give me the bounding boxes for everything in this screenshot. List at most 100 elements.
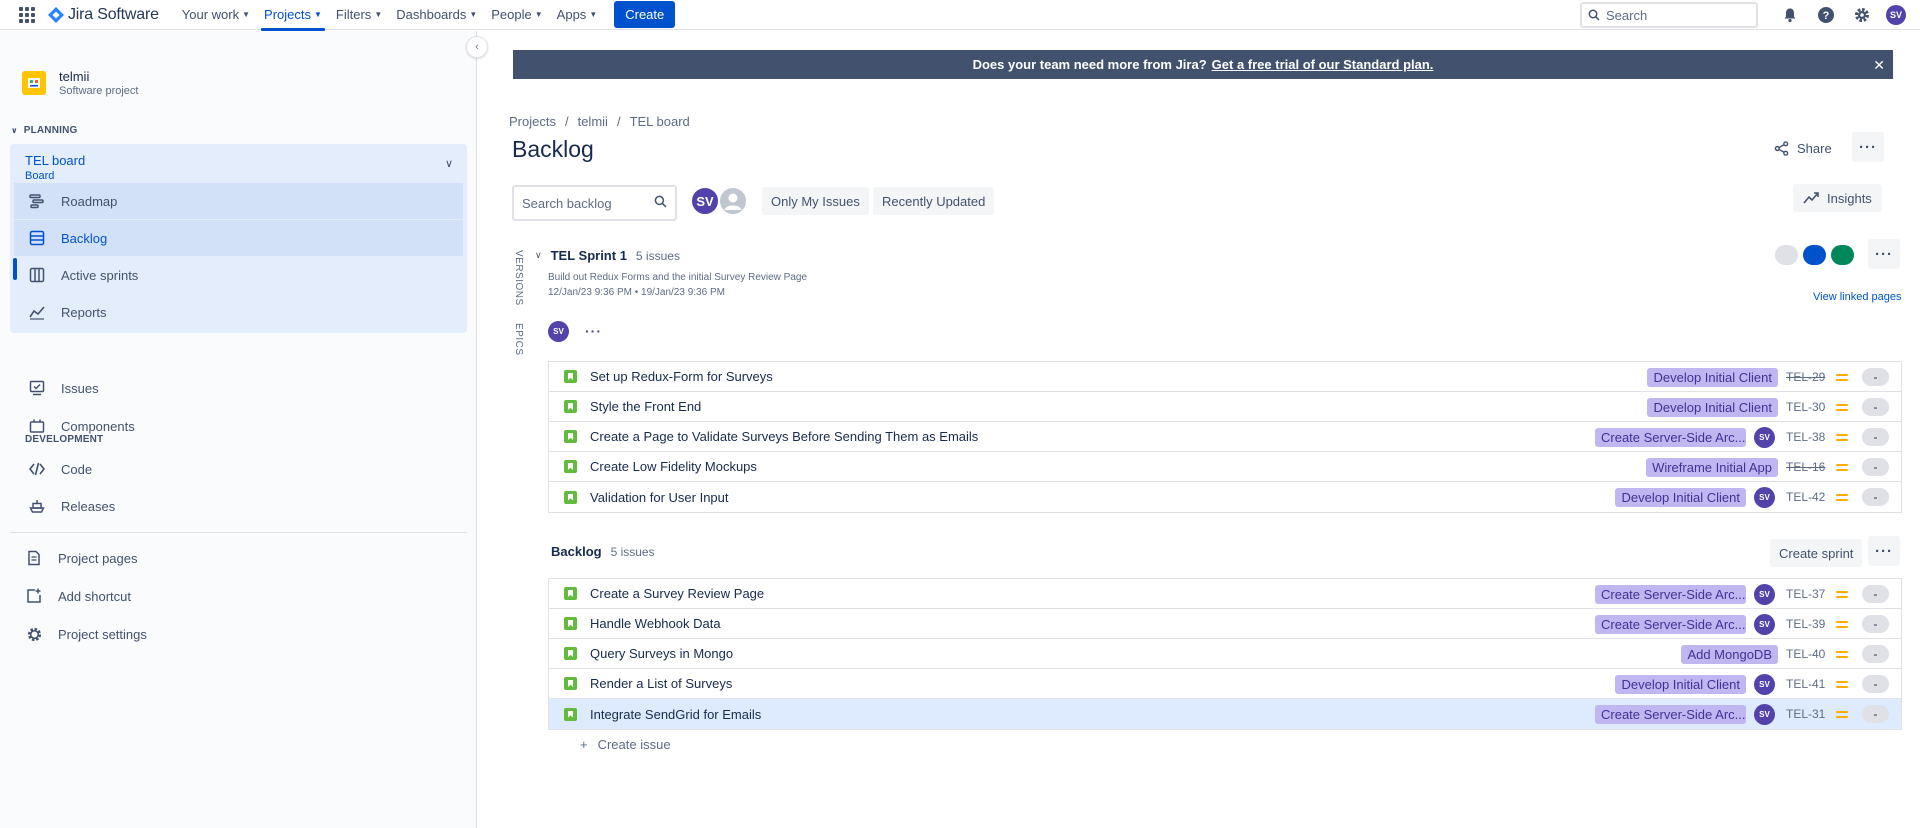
sidebar-item-releases[interactable]: Releases	[27, 488, 115, 524]
epic-label[interactable]: Create Server-Side Arc...	[1595, 427, 1746, 447]
more-actions-button[interactable]: ···	[1852, 132, 1884, 162]
insights-button[interactable]: Insights	[1793, 184, 1882, 212]
epic-label[interactable]: Develop Initial Client	[1615, 487, 1746, 507]
story-points-estimate[interactable]: -	[1862, 428, 1889, 446]
story-points-estimate[interactable]: -	[1862, 645, 1889, 663]
assignee-avatar[interactable]: SV	[1754, 673, 1775, 695]
sidebar-item-project-settings[interactable]: Project settings	[24, 616, 147, 652]
epic-label[interactable]: Wireframe Initial App	[1646, 457, 1778, 477]
jira-logo[interactable]: Jira Software	[48, 6, 159, 24]
sidebar-item-code[interactable]: Code	[27, 451, 92, 487]
assignee-avatar[interactable]: SV	[1754, 583, 1775, 605]
issue-row[interactable]: Handle Webhook Data Create Server-Side Ar…	[549, 609, 1901, 639]
story-points-estimate[interactable]: -	[1862, 675, 1889, 693]
app-switcher-icon[interactable]	[19, 6, 35, 23]
issue-key[interactable]: TEL-29	[1786, 370, 1826, 384]
story-points-estimate[interactable]: -	[1862, 585, 1889, 603]
sprint-header[interactable]: ∨ TEL Sprint 1 5 issues	[535, 248, 680, 263]
story-points-estimate[interactable]: -	[1862, 705, 1889, 723]
nav-your-work[interactable]: Your work ▼	[175, 0, 257, 30]
issue-key[interactable]: TEL-42	[1786, 490, 1826, 504]
issue-key[interactable]: TEL-16	[1786, 460, 1826, 474]
issue-row[interactable]: Create Low Fidelity Mockups Wireframe Ini…	[549, 452, 1901, 482]
backlog-header[interactable]: Backlog 5 issues	[551, 544, 655, 559]
sprint-options-icon[interactable]: ···	[585, 323, 602, 339]
issue-row[interactable]: Create a Survey Review Page Create Server…	[549, 579, 1901, 609]
story-points-estimate[interactable]: -	[1862, 368, 1889, 386]
issue-row[interactable]: Style the Front End Develop Initial Clien…	[549, 392, 1901, 422]
epic-label[interactable]: Develop Initial Client	[1615, 674, 1746, 694]
sprint-more-button[interactable]: ···	[1868, 239, 1900, 269]
global-search-input[interactable]: Search	[1580, 2, 1758, 28]
epics-panel-tab[interactable]: EPICS	[513, 323, 524, 356]
epic-label[interactable]: Add MongoDB	[1681, 644, 1778, 664]
user-avatar[interactable]: SV	[1886, 5, 1906, 25]
story-points-estimate[interactable]: -	[1862, 615, 1889, 633]
assignee-avatar[interactable]: SV	[1754, 486, 1775, 508]
planning-section-title[interactable]: ∨ PLANNING	[11, 125, 78, 136]
issue-key[interactable]: TEL-30	[1786, 400, 1826, 414]
issue-key[interactable]: TEL-31	[1786, 707, 1826, 721]
issue-key[interactable]: TEL-39	[1786, 617, 1826, 631]
collapse-sidebar-button[interactable]: ‹	[466, 36, 488, 58]
view-linked-pages-link[interactable]: View linked pages	[1813, 291, 1901, 303]
breadcrumb-board[interactable]: TEL board	[630, 114, 690, 129]
backlog-more-button[interactable]: ···	[1868, 536, 1900, 566]
sidebar-item-issues[interactable]: Issues	[27, 370, 99, 406]
notifications-icon[interactable]	[1779, 4, 1801, 26]
story-points-estimate[interactable]: -	[1862, 488, 1889, 506]
issue-row[interactable]: Create a Page to Validate Surveys Before…	[549, 422, 1901, 452]
breadcrumb-projects[interactable]: Projects	[509, 114, 556, 129]
epic-label[interactable]: Develop Initial Client	[1647, 397, 1778, 417]
issue-row[interactable]: Set up Redux-Form for Surveys Develop Ini…	[549, 362, 1901, 392]
assignee-avatar[interactable]: SV	[1754, 703, 1775, 725]
epic-label[interactable]: Create Server-Side Arc...	[1595, 704, 1746, 724]
sidebar-item-add-shortcut[interactable]: Add shortcut	[24, 578, 131, 614]
nav-people[interactable]: People ▼	[484, 0, 549, 30]
sidebar-item-roadmap[interactable]: Roadmap	[14, 183, 463, 219]
board-switcher[interactable]: TEL board Board	[25, 153, 85, 182]
recently-updated-filter[interactable]: Recently Updated	[873, 187, 995, 215]
backlog-search-input[interactable]: Search backlog	[512, 185, 677, 221]
versions-panel-tab[interactable]: VERSIONS	[513, 250, 524, 306]
nav-apps[interactable]: Apps ▼	[550, 0, 605, 30]
issue-row[interactable]: Render a List of Surveys Develop Initial …	[549, 669, 1901, 699]
assignee-avatar[interactable]: SV	[1754, 613, 1775, 635]
breadcrumb-project[interactable]: telmii	[578, 114, 608, 129]
sidebar-item-backlog[interactable]: Backlog	[14, 220, 463, 256]
nav-filters[interactable]: Filters ▼	[329, 0, 389, 30]
settings-gear-icon[interactable]	[1851, 4, 1873, 26]
create-sprint-button[interactable]: Create sprint	[1770, 539, 1863, 567]
filter-avatar-unassigned[interactable]	[718, 186, 748, 216]
only-my-issues-filter[interactable]: Only My Issues	[762, 187, 869, 215]
project-header[interactable]: telmii Software project	[22, 69, 138, 97]
epic-label[interactable]: Develop Initial Client	[1647, 367, 1778, 387]
issue-row[interactable]: Integrate SendGrid for Emails Create Serv…	[549, 699, 1901, 729]
story-points-estimate[interactable]: -	[1862, 458, 1889, 476]
chevron-down-icon[interactable]: ∨	[445, 157, 453, 170]
issue-key[interactable]: TEL-40	[1786, 647, 1826, 661]
sidebar-item-project-pages[interactable]: Project pages	[24, 540, 138, 576]
filter-avatar-sv[interactable]: SV	[690, 186, 720, 216]
issue-key[interactable]: TEL-38	[1786, 430, 1826, 444]
story-points-estimate[interactable]: -	[1862, 398, 1889, 416]
assignee-avatar[interactable]: SV	[1754, 426, 1775, 448]
sidebar-item-active-sprints[interactable]: Active sprints	[14, 257, 463, 293]
close-icon[interactable]: ✕	[1873, 57, 1885, 74]
issue-row[interactable]: Validation for User Input Develop Initial…	[549, 482, 1901, 512]
create-button[interactable]: Create	[614, 1, 676, 28]
sidebar-item-reports[interactable]: Reports	[14, 294, 463, 330]
epic-label[interactable]: Create Server-Side Arc...	[1595, 584, 1746, 604]
person-icon	[724, 193, 742, 210]
issue-key[interactable]: TEL-37	[1786, 587, 1826, 601]
help-icon[interactable]: ?	[1815, 4, 1837, 26]
issue-key[interactable]: TEL-41	[1786, 677, 1826, 691]
share-button[interactable]: Share	[1774, 136, 1832, 160]
epic-label[interactable]: Create Server-Side Arc...	[1595, 614, 1746, 634]
issue-row[interactable]: Query Surveys in Mongo Add MongoDB TEL-40 -	[549, 639, 1901, 669]
banner-trial-link[interactable]: Get a free trial of our Standard plan.	[1212, 57, 1434, 72]
sprint-assignee-avatar[interactable]: SV	[548, 321, 569, 342]
create-issue-button[interactable]: + Create issue	[580, 737, 671, 752]
nav-dashboards[interactable]: Dashboards ▼	[389, 0, 484, 30]
nav-projects[interactable]: Projects ▼	[257, 0, 329, 31]
